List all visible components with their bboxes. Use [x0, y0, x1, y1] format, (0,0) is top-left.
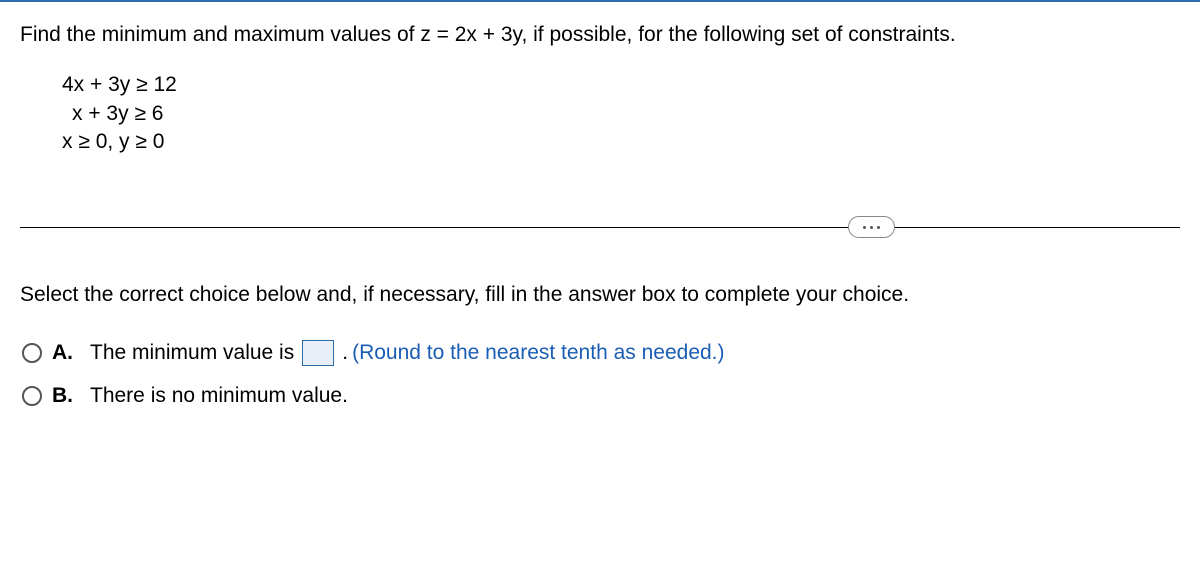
answer-input-a[interactable] — [302, 340, 334, 366]
choice-a-post: . — [342, 341, 348, 365]
choice-b-text: There is no minimum value. — [90, 384, 348, 408]
question-text: Find the minimum and maximum values of z… — [20, 20, 1180, 49]
constraint-line: x ≥ 0, y ≥ 0 — [62, 128, 1180, 156]
question-container: Find the minimum and maximum values of z… — [0, 0, 1200, 408]
choice-a-hint: (Round to the nearest tenth as needed.) — [352, 341, 724, 365]
radio-a[interactable] — [22, 343, 42, 363]
constraint-line: 4x + 3y ≥ 12 — [62, 71, 1180, 99]
choice-b-label: B. — [52, 384, 74, 408]
choice-a-row: A. The minimum value is . (Round to the … — [22, 340, 1180, 366]
divider-row — [20, 216, 1180, 240]
divider-line — [20, 227, 1180, 228]
choice-b-row: B. There is no minimum value. — [22, 384, 1180, 408]
constraint-line: x + 3y ≥ 6 — [72, 100, 1180, 128]
choice-a-text: The minimum value is . (Round to the nea… — [90, 340, 725, 366]
instruction-text: Select the correct choice below and, if … — [20, 280, 1180, 309]
ellipsis-icon — [863, 226, 880, 229]
choice-a-pre: The minimum value is — [90, 341, 294, 365]
radio-b[interactable] — [22, 386, 42, 406]
choice-a-label: A. — [52, 341, 74, 365]
more-button[interactable] — [848, 216, 895, 238]
constraints-block: 4x + 3y ≥ 12 x + 3y ≥ 6 x ≥ 0, y ≥ 0 — [62, 71, 1180, 156]
choices-block: A. The minimum value is . (Round to the … — [22, 340, 1180, 408]
